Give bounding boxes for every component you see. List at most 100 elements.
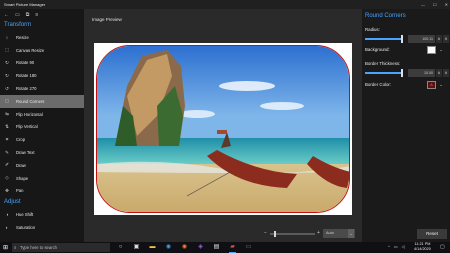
rotate-180-icon: ↻ [5, 72, 9, 78]
copy-icon[interactable]: ⧉ [26, 12, 30, 18]
zoom-select[interactable]: Auto ⌄ [323, 229, 355, 238]
preview-bottom-bar: − + Auto ⌄ [84, 227, 362, 242]
search-icon: ⌕ [14, 245, 17, 250]
sidebar-item-pan[interactable]: ✥ Pan [0, 185, 84, 198]
radius-row: 100.11 ∧ ∨ [365, 35, 449, 43]
minimize-button[interactable]: — [421, 0, 425, 9]
zoom-select-value: Auto [326, 231, 334, 235]
taskbar: ⊞ ⌕ Type here to search ○ ▣ ▬ ◉ ◉ ◈ ▤ ▰ … [0, 242, 450, 253]
sidebar-item-label: Shape [16, 175, 29, 181]
radius-increment-button[interactable]: ∧ [436, 35, 442, 43]
network-icon[interactable]: ▭ [394, 244, 398, 249]
border-color-dropdown[interactable]: ⌄ [438, 81, 444, 89]
crop-icon: ⌗ [5, 137, 9, 143]
preview-image [96, 45, 350, 213]
background-color-dropdown[interactable]: ⌄ [438, 46, 444, 54]
radius-slider[interactable] [365, 38, 403, 40]
canvas-resize-icon: ⬚ [4, 47, 10, 53]
maximize-button[interactable]: ☐ [433, 0, 437, 9]
draw-text-icon: ✎ [5, 149, 9, 155]
window-title: Smart Picture Manager [4, 2, 46, 7]
sidebar-item-rotate-180[interactable]: ↻ Rotate 180 [0, 69, 84, 82]
sidebar-item-crop[interactable]: ⌗ Crop [0, 133, 84, 146]
sidebar-item-canvas-resize[interactable]: ⬚ Canvas Resize [0, 44, 84, 57]
sidebar-item-label: Rotate 180 [16, 73, 37, 79]
taskbar-pinned: ○ ▣ ▬ ◉ ◉ ◈ ▤ ▰ ▭ [117, 243, 252, 253]
border-thickness-slider-thumb[interactable] [401, 69, 403, 77]
sidebar-item-hue-shift[interactable]: ◑ Hue Shift [0, 208, 84, 221]
border-thickness-value-input[interactable]: 10.00 [408, 69, 435, 77]
section-header-adjust[interactable]: Adjust [0, 197, 84, 208]
section-header-transform[interactable]: Transform [0, 20, 84, 31]
zoom-out-button[interactable]: − [264, 230, 267, 236]
photos-icon[interactable]: ▰ [229, 243, 236, 253]
sidebar-item-rotate-90[interactable]: ↻ Rotate 90 [0, 57, 84, 70]
volume-icon[interactable]: ◁ [402, 244, 405, 249]
border-thickness-slider[interactable] [365, 72, 403, 74]
radius-slider-thumb[interactable] [401, 35, 403, 43]
widgets-icon[interactable]: ▣ [133, 243, 140, 253]
border-color-swatch[interactable]: A [427, 81, 436, 89]
zoom-slider-thumb[interactable] [274, 231, 276, 237]
zoom-slider[interactable] [270, 231, 315, 237]
resize-icon: ↕ [5, 34, 9, 40]
sidebar-item-round-corners[interactable]: ▢ Round Corners [0, 94, 84, 108]
file-explorer-icon[interactable]: ▬ [149, 243, 156, 253]
firefox-icon[interactable]: ◉ [181, 243, 188, 253]
windows-start-icon[interactable]: ⊞ [3, 244, 8, 251]
sidebar-item-label: Rotate 270 [16, 86, 37, 92]
zoom-in-button[interactable]: + [317, 230, 320, 236]
background-color-swatch[interactable] [427, 46, 436, 54]
preview-area: Image Preview − + Auto ⌄ [84, 9, 362, 242]
beach-photo [97, 46, 349, 212]
visual-studio-icon[interactable]: ◈ [197, 243, 204, 253]
sidebar-item-label: Round Corners [16, 98, 45, 104]
sidebar-item-shape[interactable]: ◇ Shape [0, 172, 84, 185]
menu-icon[interactable]: ≡ [35, 12, 38, 18]
search-placeholder: Type here to search [20, 245, 58, 250]
window-controls: — ☐ ✕ [421, 0, 448, 9]
radius-value-input[interactable]: 100.11 [408, 35, 435, 43]
sidebar-item-label: Canvas Resize [16, 47, 45, 53]
flip-horizontal-icon: ⇋ [5, 111, 9, 117]
sidebar-item-draw-text[interactable]: ✎ Draw Text [0, 146, 84, 159]
sidebar-item-label: Draw [16, 162, 26, 168]
sidebar-item-label: Saturation [16, 225, 36, 231]
app-icon[interactable]: ▭ [245, 243, 252, 253]
chevron-up-icon[interactable]: ^ [388, 244, 390, 249]
radius-decrement-button[interactable]: ∨ [443, 35, 449, 43]
sidebar-item-label: Resize [16, 34, 29, 40]
background-label: Background: [365, 47, 390, 52]
system-tray: ^ ▭ ◁ [388, 244, 405, 249]
preview-canvas [94, 43, 352, 215]
close-button[interactable]: ✕ [445, 0, 448, 9]
rotate-270-icon: ↺ [5, 85, 9, 91]
taskbar-search[interactable]: ⌕ Type here to search [12, 243, 110, 252]
shape-icon: ◇ [5, 175, 9, 181]
border-thickness-increment-button[interactable]: ∧ [436, 69, 442, 77]
back-arrow-icon[interactable]: ← [4, 12, 9, 18]
sidebar-toolbar: ← ▭ ⧉ ≡ [0, 9, 84, 20]
sidebar-item-rotate-270[interactable]: ↺ Rotate 270 [0, 82, 84, 95]
document-icon[interactable]: ▭ [15, 12, 20, 18]
task-view-icon[interactable]: ○ [117, 243, 124, 253]
sidebar-item-saturation[interactable]: ◐ Saturation [0, 221, 84, 234]
border-color-label: Border Color: [365, 82, 392, 87]
store-icon[interactable]: ▤ [213, 243, 220, 253]
border-thickness-label: Border Thickness: [365, 61, 401, 66]
sidebar-item-draw[interactable]: ✐ Draw [0, 159, 84, 172]
sidebar-item-label: Hue Shift [16, 212, 34, 218]
clock-date: 4/14/2020 [414, 247, 431, 251]
chevron-down-icon: ⌄ [348, 229, 354, 238]
preview-label: Image Preview [92, 17, 122, 22]
sidebar-item-flip-horizontal[interactable]: ⇋ Flip Horizontal [0, 108, 84, 121]
border-thickness-decrement-button[interactable]: ∨ [443, 69, 449, 77]
draw-icon: ✐ [5, 162, 9, 168]
sidebar: ← ▭ ⧉ ≡ Transform ↕ Resize ⬚ Canvas Resize ↻ R… [0, 9, 84, 242]
reset-button[interactable]: Reset [417, 229, 447, 239]
edge-icon[interactable]: ◉ [165, 243, 172, 253]
notification-icon[interactable]: ▢ [440, 244, 445, 250]
taskbar-clock[interactable]: 11:21 PM 4/14/2020 [414, 242, 431, 252]
sidebar-item-flip-vertical[interactable]: ⇅ Flip Vertical [0, 121, 84, 134]
sidebar-item-resize[interactable]: ↕ Resize [0, 31, 84, 44]
